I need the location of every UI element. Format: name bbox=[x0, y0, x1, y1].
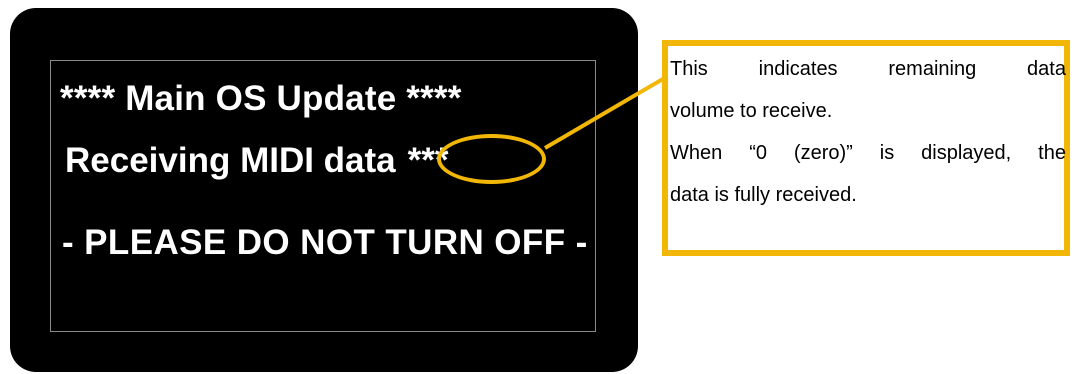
callout-word: When bbox=[670, 142, 723, 164]
callout-word: displayed, bbox=[921, 142, 1012, 164]
callout-word: data bbox=[1027, 58, 1066, 80]
update-title-line: **** Main OS Update **** bbox=[60, 79, 462, 118]
callout-word: (zero)” bbox=[793, 142, 853, 164]
callout-line-1: This indicates remaining data bbox=[670, 48, 1066, 90]
callout-text: This indicates remaining data volume to rec… bbox=[670, 48, 1066, 216]
callout-line-4: data is fully received. bbox=[670, 184, 857, 206]
device-display: **** Main OS Update **** Receiving MIDI … bbox=[10, 8, 638, 372]
receiving-status-line: Receiving MIDI data *** bbox=[65, 140, 449, 182]
callout-line-3: When “0 (zero)” is displayed, the bbox=[670, 132, 1066, 174]
callout-word: is bbox=[879, 142, 895, 164]
callout-line-2: volume to receive. bbox=[670, 100, 833, 122]
callout-word: indicates bbox=[758, 58, 838, 80]
counter-highlight-ellipse bbox=[437, 134, 546, 184]
callout-word: “0 bbox=[749, 142, 767, 164]
callout-word: remaining bbox=[888, 58, 977, 80]
callout-word: the bbox=[1038, 142, 1066, 164]
receiving-label: Receiving MIDI data bbox=[65, 141, 396, 180]
callout-word: This bbox=[670, 58, 708, 80]
warning-line: - PLEASE DO NOT TURN OFF - bbox=[62, 223, 588, 262]
